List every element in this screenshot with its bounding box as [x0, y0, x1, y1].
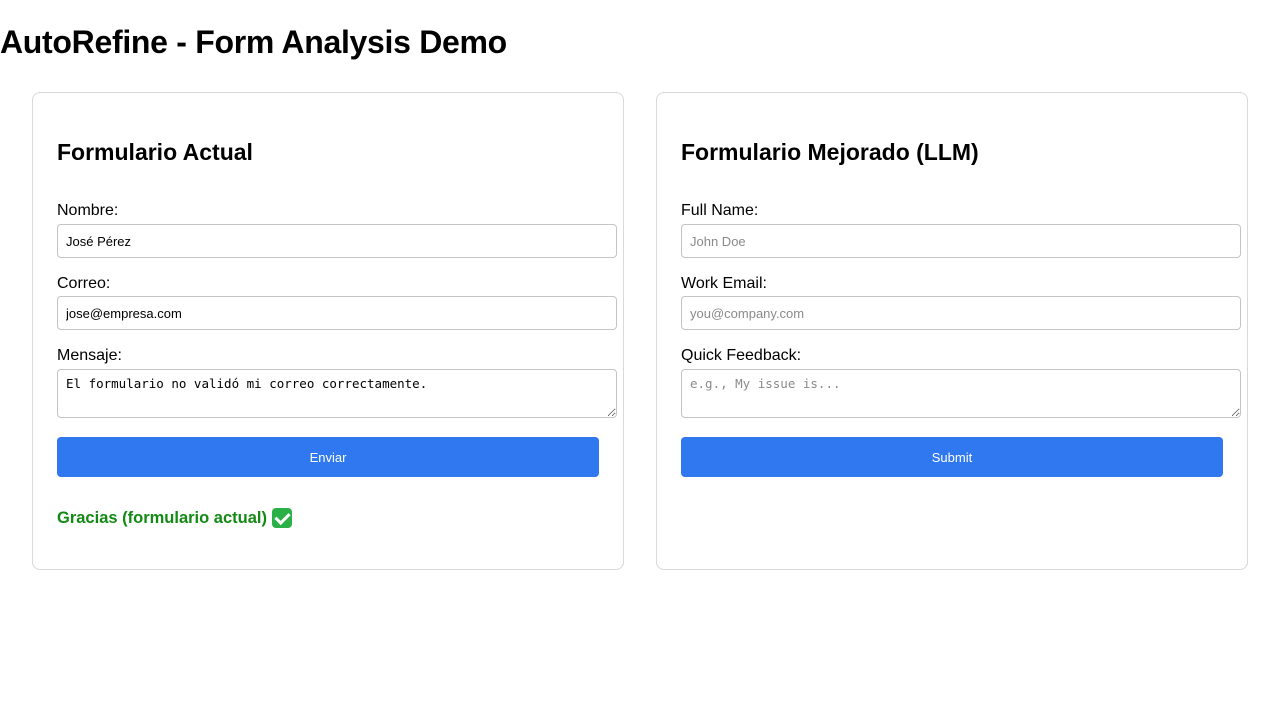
full-name-label: Full Name:: [681, 202, 759, 219]
work-email-input[interactable]: [681, 296, 1241, 330]
improved-form-title: Formulario Mejorado (LLM): [681, 139, 979, 165]
name-input[interactable]: [57, 224, 617, 258]
quick-feedback-textarea[interactable]: [681, 369, 1241, 418]
email-label: Correo:: [57, 275, 111, 292]
quick-feedback-label: Quick Feedback:: [681, 347, 802, 364]
email-input[interactable]: [57, 296, 617, 330]
message-label: Mensaje:: [57, 347, 122, 364]
success-message: Gracias (formulario actual): [57, 507, 292, 529]
enviar-button[interactable]: Enviar: [57, 437, 599, 477]
check-mark-icon: [271, 508, 292, 528]
message-textarea[interactable]: El formulario no validó mi correo correc…: [57, 369, 617, 418]
full-name-input[interactable]: [681, 224, 1241, 258]
current-form-card: Formulario Actual Nombre: Correo: Mensaj…: [32, 92, 624, 570]
success-text: Gracias (formulario actual): [57, 509, 267, 527]
page-title: AutoRefine - Form Analysis Demo: [0, 24, 507, 60]
improved-form-card: Formulario Mejorado (LLM) Full Name: Wor…: [656, 92, 1248, 570]
work-email-label: Work Email:: [681, 275, 767, 292]
name-label: Nombre:: [57, 202, 119, 219]
current-form-title: Formulario Actual: [57, 139, 253, 165]
submit-button[interactable]: Submit: [681, 437, 1223, 477]
